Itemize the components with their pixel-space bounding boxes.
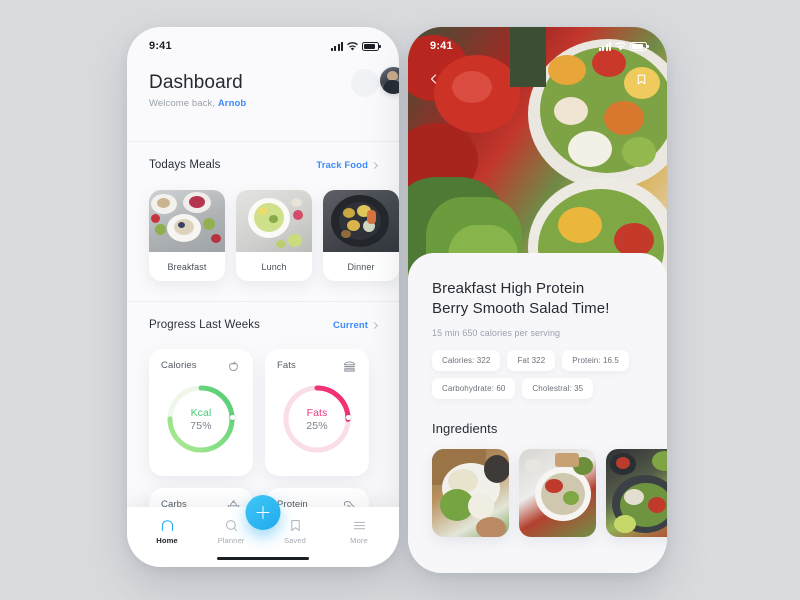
macro-card-calories[interactable]: Calories Kcal 75% [149, 349, 253, 476]
back-button[interactable] [424, 69, 444, 89]
section-title-meals: Todays Meals [149, 159, 221, 171]
track-food-label: Track Food [316, 159, 368, 171]
recipe-detail-card: Breakfast High Protein Berry Smooth Sala… [408, 253, 667, 573]
recipe-title: Breakfast High Protein Berry Smooth Sala… [432, 279, 643, 319]
dinner-photo [323, 190, 399, 252]
status-time: 9:41 [430, 40, 453, 52]
signal-icon [330, 41, 343, 51]
nutrition-chip: Carbohydrate: 60 [432, 378, 516, 399]
lunch-photo [236, 190, 312, 252]
battery-icon [630, 41, 649, 51]
status-time: 9:41 [149, 40, 172, 52]
meal-card-breakfast[interactable]: Breakfast [149, 190, 225, 281]
home-indicator [217, 556, 309, 560]
tab-label: Planner [217, 536, 245, 545]
wifi-icon [615, 41, 626, 51]
sidebar-item-more[interactable]: More [339, 518, 379, 545]
recipe-detail-phone: 9:41 Breakfast High Protein Berry Smooth… [408, 27, 667, 573]
status-bar-left: 9:41 [127, 27, 399, 57]
ingredient-card[interactable] [606, 449, 667, 537]
sidebar-item-planner[interactable]: Planner [211, 518, 251, 545]
chevron-right-icon [370, 321, 379, 329]
recipe-title-line-2: Berry Smooth Salad Time! [432, 300, 610, 317]
meal-label: Dinner [347, 261, 375, 272]
section-title-progress: Progress Last Weeks [149, 319, 260, 331]
meal-card-dinner[interactable]: Dinner [323, 190, 399, 281]
macro-label: Calories [161, 360, 197, 371]
ingredient-card[interactable] [432, 449, 509, 537]
nutrition-chip-list: Calories: 322 Fat 322 Protein: 16.5 Carb… [432, 350, 643, 399]
current-link[interactable]: Current [332, 319, 379, 331]
track-food-link[interactable]: Track Food [316, 159, 379, 171]
welcome-text: Welcome back, Arnob [149, 98, 377, 109]
nutrition-chip: Fat 322 [507, 350, 556, 371]
meal-label: Lunch [261, 261, 287, 272]
calories-ring: Kcal 75% [164, 382, 238, 456]
bookmark-icon [637, 74, 645, 84]
sidebar-item-saved[interactable]: Saved [275, 518, 315, 545]
macro-card-fats[interactable]: Fats Fats 25% [265, 349, 369, 476]
avatar-halo [351, 69, 379, 97]
chevron-right-icon [370, 161, 379, 169]
nutrition-chip: Protein: 16.5 [562, 350, 629, 371]
avatar[interactable] [380, 67, 399, 94]
nutrition-chip: Calories: 322 [432, 350, 501, 371]
status-icons [598, 41, 649, 51]
recipe-title-line-1: Breakfast High Protein [432, 280, 585, 297]
breakfast-photo [149, 190, 225, 252]
ingredient-card[interactable] [519, 449, 596, 537]
battery-icon [362, 41, 381, 51]
ring-value: 75% [190, 419, 212, 432]
avatar-wrap [351, 67, 399, 97]
burger-icon [344, 361, 355, 372]
recipe-meta: 15 min 650 calories per serving [432, 328, 561, 338]
ingredients-title: Ingredients [432, 421, 498, 436]
nutrition-chip: Cholestral: 35 [522, 378, 594, 399]
tab-label: Home [156, 536, 178, 545]
divider-top [127, 141, 399, 142]
wifi-icon [347, 41, 358, 51]
tab-label: More [350, 536, 368, 545]
add-button[interactable] [245, 495, 281, 530]
menu-icon [353, 521, 365, 530]
status-bar-right: 9:41 [408, 27, 667, 57]
bottom-navigation: Home Planner Saved More [127, 495, 399, 567]
tab-label: Saved [283, 536, 307, 545]
dashboard-header: Dashboard Welcome back, Arnob [127, 67, 399, 109]
page-title: Dashboard [149, 72, 243, 93]
macro-label: Fats [277, 360, 296, 371]
meals-section-header: Todays Meals Track Food [127, 159, 399, 171]
progress-section-header: Progress Last Weeks Current [127, 319, 399, 331]
ingredient-card-list [432, 449, 667, 537]
dashboard-phone: 9:41 Dashboard Welcome back, Arnob Today… [127, 27, 399, 567]
divider-mid [127, 301, 399, 302]
current-label: Current [332, 319, 368, 331]
meal-card-lunch[interactable]: Lunch [236, 190, 312, 281]
search-icon [225, 519, 237, 532]
fats-ring: Fats 25% [280, 382, 354, 456]
bookmark-button[interactable] [631, 69, 651, 89]
ring-label: Kcal [190, 406, 212, 419]
bookmark-icon [290, 519, 300, 532]
meal-card-list: Breakfast Lunch Dinner [149, 190, 399, 281]
welcome-prefix: Welcome back, [149, 98, 218, 109]
ring-value: 25% [306, 419, 328, 432]
status-icons [330, 41, 381, 51]
apple-icon [229, 361, 238, 372]
canvas: 9:41 Dashboard Welcome back, Arnob Today… [0, 0, 800, 600]
user-name[interactable]: Arnob [218, 98, 246, 109]
home-icon [161, 520, 173, 532]
meal-label: Breakfast [167, 261, 207, 272]
signal-icon [598, 41, 611, 51]
sidebar-item-home[interactable]: Home [147, 518, 187, 545]
chevron-left-icon [430, 74, 437, 84]
ring-label: Fats [306, 406, 328, 419]
